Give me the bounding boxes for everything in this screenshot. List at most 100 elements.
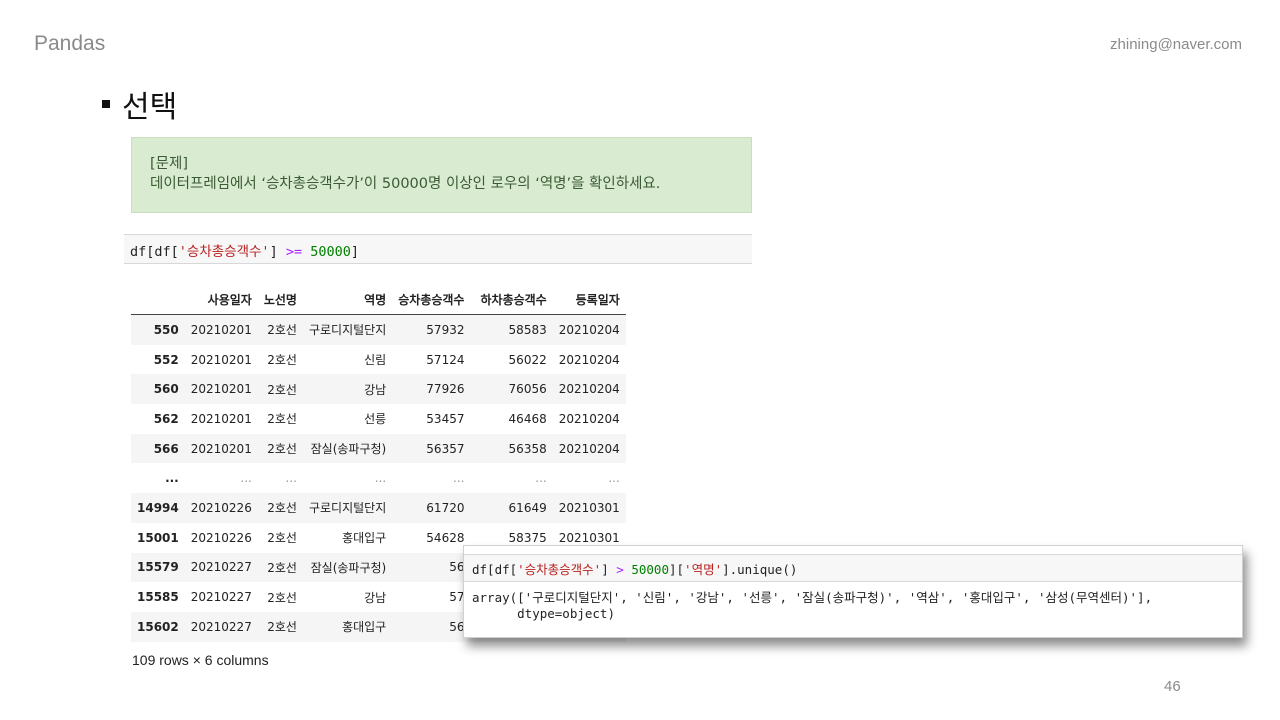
page-number: 46: [1164, 678, 1181, 695]
code-token: ].unique(): [722, 562, 798, 577]
table-cell: 76056: [508, 382, 547, 397]
table-cell: 54628: [426, 530, 465, 545]
row-index: 15602: [137, 619, 179, 634]
table-cell: 56: [449, 560, 465, 575]
table-cell: 홍대입구: [342, 531, 387, 546]
problem-label: [문제]: [150, 156, 188, 172]
table-cell: 20210204: [558, 352, 620, 367]
code-cell-filter: df[df['승차총승객수'] >= 50000]: [124, 234, 752, 264]
bullet-icon: [102, 100, 110, 108]
table-cell: 2호선: [267, 560, 297, 575]
table-cell: 2호선: [267, 412, 297, 427]
table-cell: ...: [374, 471, 387, 486]
table-row: 550 20210201 2호선 구로디지털단지 57932 58583 20210204: [131, 314, 626, 345]
table-cell: 잠실(송파구청): [310, 442, 387, 457]
row-index: 562: [153, 411, 179, 426]
table-cell: 56358: [508, 441, 547, 456]
table-cell: 20210227: [190, 619, 252, 634]
row-index: 15579: [137, 560, 179, 575]
table-cell: 구로디지털단지: [308, 323, 387, 338]
table-cell: 20210227: [190, 590, 252, 605]
table-cell: 20210201: [190, 411, 252, 426]
table-cell: 56: [449, 619, 465, 634]
table-cell: 2호선: [267, 353, 297, 368]
slide-title-text: 선택: [122, 90, 178, 125]
code-string: '승차총승객수': [517, 562, 602, 577]
table-cell: 20210204: [558, 411, 620, 426]
row-index: 15001: [137, 530, 179, 545]
table-row: 562 20210201 2호선 선릉 53457 46468 20210204: [131, 404, 626, 434]
code-string: '역명': [684, 562, 723, 577]
code-operator: >: [616, 562, 624, 577]
table-cell: 58583: [508, 322, 547, 337]
table-cell: 20210204: [558, 441, 620, 456]
table-cell: 20210301: [558, 500, 620, 515]
table-cell: 20210201: [190, 382, 252, 397]
table-row: 552 20210201 2호선 신림 57124 56022 20210204: [131, 345, 626, 375]
table-cell: 57: [449, 590, 465, 605]
unique-code-popup: df[df['승차총승객수'] > 50000]['역명'].unique() …: [463, 545, 1243, 638]
table-cell: 2호선: [267, 501, 297, 516]
code-number: 50000: [310, 244, 351, 260]
code-token: ]: [350, 244, 360, 260]
row-index: ...: [165, 471, 179, 486]
code-cell-unique: df[df['승차총승객수'] > 50000]['역명'].unique(): [464, 554, 1242, 582]
table-cell: 46468: [508, 411, 547, 426]
table-cell: 77926: [426, 382, 465, 397]
table-cell: 20210201: [190, 441, 252, 456]
table-cell: 53457: [426, 411, 465, 426]
table-cell: 2호선: [267, 442, 297, 457]
row-count-note: 109 rows × 6 columns: [132, 652, 269, 668]
column-header: 승차총승객수: [392, 284, 471, 315]
output-line: array(['구로디지털단지', '신림', '강남', '선릉', '잠실(…: [472, 590, 1153, 605]
table-cell: 강남: [364, 590, 387, 605]
column-header: [131, 284, 185, 315]
table-cell: 20210227: [190, 560, 252, 575]
code-token: df[df[: [472, 562, 518, 577]
table-header-row: 사용일자 노선명 역명 승차총승객수 하차총승객수 등록일자: [131, 284, 626, 315]
code-output: array(['구로디지털단지', '신림', '강남', '선릉', '잠실(…: [472, 590, 1152, 622]
table-cell: 20210204: [558, 322, 620, 337]
table-cell: 2호선: [267, 531, 297, 546]
row-index: 566: [153, 441, 179, 456]
row-index: 552: [153, 352, 179, 367]
table-cell: 잠실(송파구청): [310, 560, 387, 575]
problem-box: [문제] 데이터프레임에서 ‘승차총승객수가’이 50000명 이상인 로우의 …: [131, 137, 752, 213]
table-cell: 20210226: [190, 500, 252, 515]
slide-title: 선택: [102, 82, 177, 126]
table-cell: 20210204: [558, 382, 620, 397]
code-token: ]: [269, 244, 286, 260]
table-cell: ...: [240, 471, 252, 486]
table-cell: 2호선: [267, 590, 297, 605]
table-cell: ...: [285, 471, 297, 486]
table-cell: 61649: [508, 500, 547, 515]
table-cell: 57124: [426, 352, 465, 367]
table-cell: 2호선: [267, 323, 297, 338]
row-index: 14994: [137, 500, 179, 515]
table-cell: 20210201: [190, 322, 252, 337]
table-cell: 61720: [426, 500, 465, 515]
row-index: 15585: [137, 590, 179, 605]
table-cell: ...: [608, 471, 620, 486]
code-token: df[df[: [130, 244, 179, 260]
code-number: 50000: [631, 562, 669, 577]
code-token: ][: [668, 562, 685, 577]
table-cell: 강남: [364, 382, 387, 397]
output-line: dtype=object): [472, 606, 615, 621]
table-row: 14994 20210226 2호선 구로디지털단지 61720 61649 2021030…: [131, 493, 626, 523]
column-header: 역명: [302, 284, 393, 315]
brand-label: Pandas: [34, 32, 106, 55]
table-cell: 신림: [364, 353, 387, 368]
table-cell: 2호선: [267, 620, 297, 635]
table-row: 560 20210201 2호선 강남 77926 76056 20210204: [131, 374, 626, 405]
author-email: zhining@naver.com: [1110, 36, 1242, 53]
column-header: 등록일자: [552, 284, 626, 315]
problem-text: 데이터프레임에서 ‘승차총승객수가’이 50000명 이상인 로우의 ‘역명’을…: [150, 176, 661, 192]
table-cell: 57932: [426, 322, 465, 337]
code-token: ]: [601, 562, 617, 577]
table-row: .....................: [131, 463, 626, 493]
table-cell: 2호선: [267, 382, 297, 397]
table-cell: ...: [453, 471, 465, 486]
column-header: 노선명: [257, 284, 303, 315]
